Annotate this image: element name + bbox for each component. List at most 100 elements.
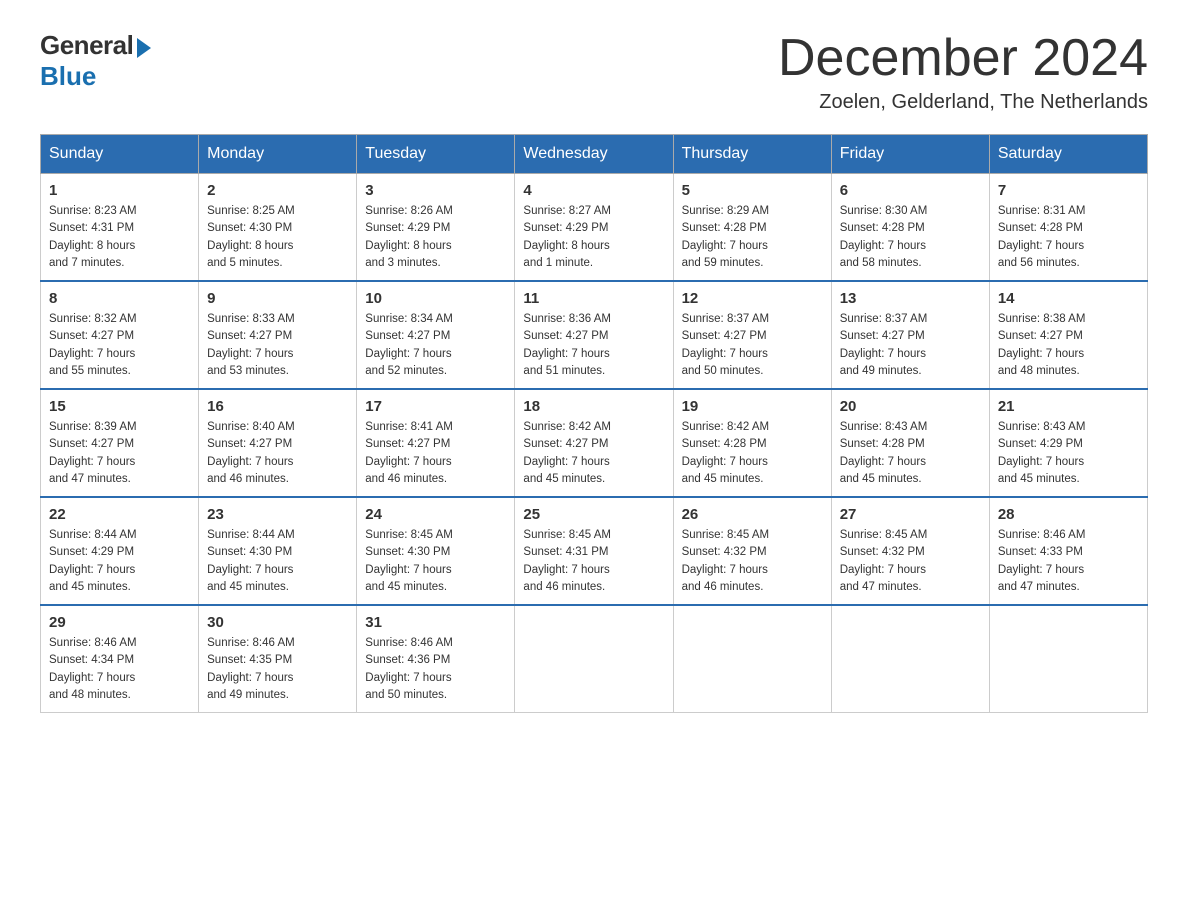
day-info: Sunrise: 8:26 AM Sunset: 4:29 PM Dayligh… [365,203,506,272]
day-number: 8 [49,290,190,307]
day-number: 12 [682,290,823,307]
calendar-day-cell: 13Sunrise: 8:37 AM Sunset: 4:27 PM Dayli… [831,281,989,389]
day-info: Sunrise: 8:34 AM Sunset: 4:27 PM Dayligh… [365,311,506,380]
calendar-day-cell: 26 Sunrise: 8:45 AM Sunset: 4:32 PM Dayli… [673,497,831,605]
calendar-day-cell: 31 Sunrise: 8:46 AM Sunset: 4:36 PM Dayli… [357,605,515,713]
day-info: Sunrise: 8:45 AM Sunset: 4:30 PM Dayligh… [365,527,506,596]
calendar-day-cell: 25 Sunrise: 8:45 AM Sunset: 4:31 PM Dayli… [515,497,673,605]
month-title: December 2024 [778,30,1148,87]
calendar-day-cell: 28 Sunrise: 8:46 AM Sunset: 4:33 PM Dayli… [989,497,1147,605]
page-header: General Blue December 2024 Zoelen, Gelde… [40,30,1148,114]
calendar-day-cell: 24 Sunrise: 8:45 AM Sunset: 4:30 PM Dayli… [357,497,515,605]
calendar-day-cell: 1Sunrise: 8:23 AM Sunset: 4:31 PM Daylig… [41,174,199,282]
day-number: 27 [840,506,981,523]
calendar-day-cell: 23 Sunrise: 8:44 AM Sunset: 4:30 PM Dayli… [199,497,357,605]
day-info: Sunrise: 8:40 AM Sunset: 4:27 PM Dayligh… [207,419,348,488]
day-info: Sunrise: 8:27 AM Sunset: 4:29 PM Dayligh… [523,203,664,272]
title-section: December 2024 Zoelen, Gelderland, The Ne… [778,30,1148,114]
calendar-week-row: 8 Sunrise: 8:32 AM Sunset: 4:27 PM Daylig… [41,281,1148,389]
calendar-day-cell: 17Sunrise: 8:41 AM Sunset: 4:27 PM Dayli… [357,389,515,497]
logo-blue-text: Blue [40,61,96,92]
day-number: 23 [207,506,348,523]
calendar-day-cell: 10 Sunrise: 8:34 AM Sunset: 4:27 PM Dayli… [357,281,515,389]
day-info: Sunrise: 8:37 AM Sunset: 4:27 PM Dayligh… [682,311,823,380]
day-info: Sunrise: 8:39 AM Sunset: 4:27 PM Dayligh… [49,419,190,488]
day-number: 29 [49,614,190,631]
calendar-day-cell: 4 Sunrise: 8:27 AM Sunset: 4:29 PM Daylig… [515,174,673,282]
day-info: Sunrise: 8:31 AM Sunset: 4:28 PM Dayligh… [998,203,1139,272]
day-info: Sunrise: 8:44 AM Sunset: 4:30 PM Dayligh… [207,527,348,596]
calendar-week-row: 22 Sunrise: 8:44 AM Sunset: 4:29 PM Dayli… [41,497,1148,605]
calendar-day-cell: 20 Sunrise: 8:43 AM Sunset: 4:28 PM Dayli… [831,389,989,497]
calendar-day-cell [989,605,1147,713]
day-info: Sunrise: 8:38 AM Sunset: 4:27 PM Dayligh… [998,311,1139,380]
day-number: 6 [840,182,981,199]
day-info: Sunrise: 8:33 AM Sunset: 4:27 PM Dayligh… [207,311,348,380]
calendar-day-cell: 12 Sunrise: 8:37 AM Sunset: 4:27 PM Dayli… [673,281,831,389]
calendar-day-cell: 14 Sunrise: 8:38 AM Sunset: 4:27 PM Dayli… [989,281,1147,389]
day-info: Sunrise: 8:44 AM Sunset: 4:29 PM Dayligh… [49,527,190,596]
day-info: Sunrise: 8:45 AM Sunset: 4:32 PM Dayligh… [840,527,981,596]
day-number: 15 [49,398,190,415]
calendar-day-header: Wednesday [515,135,673,174]
day-info: Sunrise: 8:42 AM Sunset: 4:28 PM Dayligh… [682,419,823,488]
day-info: Sunrise: 8:46 AM Sunset: 4:33 PM Dayligh… [998,527,1139,596]
day-number: 16 [207,398,348,415]
day-info: Sunrise: 8:23 AM Sunset: 4:31 PM Dayligh… [49,203,190,272]
day-number: 5 [682,182,823,199]
calendar-day-cell: 7 Sunrise: 8:31 AM Sunset: 4:28 PM Daylig… [989,174,1147,282]
day-info: Sunrise: 8:42 AM Sunset: 4:27 PM Dayligh… [523,419,664,488]
day-number: 26 [682,506,823,523]
calendar-day-cell [515,605,673,713]
calendar-day-cell: 2Sunrise: 8:25 AM Sunset: 4:30 PM Daylig… [199,174,357,282]
calendar-day-cell: 19 Sunrise: 8:42 AM Sunset: 4:28 PM Dayli… [673,389,831,497]
day-info: Sunrise: 8:41 AM Sunset: 4:27 PM Dayligh… [365,419,506,488]
day-info: Sunrise: 8:36 AM Sunset: 4:27 PM Dayligh… [523,311,664,380]
calendar-day-cell: 16 Sunrise: 8:40 AM Sunset: 4:27 PM Dayli… [199,389,357,497]
day-number: 7 [998,182,1139,199]
day-number: 24 [365,506,506,523]
day-info: Sunrise: 8:46 AM Sunset: 4:36 PM Dayligh… [365,635,506,704]
day-number: 10 [365,290,506,307]
day-number: 9 [207,290,348,307]
day-number: 4 [523,182,664,199]
calendar-day-header: Sunday [41,135,199,174]
day-number: 31 [365,614,506,631]
day-number: 20 [840,398,981,415]
calendar-day-cell: 8 Sunrise: 8:32 AM Sunset: 4:27 PM Daylig… [41,281,199,389]
day-info: Sunrise: 8:43 AM Sunset: 4:29 PM Dayligh… [998,419,1139,488]
calendar-day-cell: 18 Sunrise: 8:42 AM Sunset: 4:27 PM Dayli… [515,389,673,497]
day-number: 18 [523,398,664,415]
calendar-day-header: Thursday [673,135,831,174]
day-info: Sunrise: 8:45 AM Sunset: 4:31 PM Dayligh… [523,527,664,596]
day-number: 25 [523,506,664,523]
calendar-day-cell: 15 Sunrise: 8:39 AM Sunset: 4:27 PM Dayli… [41,389,199,497]
day-info: Sunrise: 8:43 AM Sunset: 4:28 PM Dayligh… [840,419,981,488]
day-info: Sunrise: 8:32 AM Sunset: 4:27 PM Dayligh… [49,311,190,380]
calendar-day-cell: 30Sunrise: 8:46 AM Sunset: 4:35 PM Dayli… [199,605,357,713]
calendar-day-cell: 9 Sunrise: 8:33 AM Sunset: 4:27 PM Daylig… [199,281,357,389]
day-info: Sunrise: 8:46 AM Sunset: 4:34 PM Dayligh… [49,635,190,704]
logo: General Blue [40,30,151,92]
day-info: Sunrise: 8:37 AM Sunset: 4:27 PM Dayligh… [840,311,981,380]
day-info: Sunrise: 8:29 AM Sunset: 4:28 PM Dayligh… [682,203,823,272]
calendar-header-row: SundayMondayTuesdayWednesdayThursdayFrid… [41,135,1148,174]
day-number: 22 [49,506,190,523]
calendar-day-cell: 29 Sunrise: 8:46 AM Sunset: 4:34 PM Dayli… [41,605,199,713]
day-info: Sunrise: 8:45 AM Sunset: 4:32 PM Dayligh… [682,527,823,596]
calendar-day-cell: 27 Sunrise: 8:45 AM Sunset: 4:32 PM Dayli… [831,497,989,605]
day-number: 2 [207,182,348,199]
day-number: 28 [998,506,1139,523]
calendar-day-cell: 6Sunrise: 8:30 AM Sunset: 4:28 PM Daylig… [831,174,989,282]
day-number: 3 [365,182,506,199]
day-number: 19 [682,398,823,415]
calendar-day-header: Friday [831,135,989,174]
calendar-day-cell: 5 Sunrise: 8:29 AM Sunset: 4:28 PM Daylig… [673,174,831,282]
calendar-week-row: 15 Sunrise: 8:39 AM Sunset: 4:27 PM Dayli… [41,389,1148,497]
calendar-day-cell: 22 Sunrise: 8:44 AM Sunset: 4:29 PM Dayli… [41,497,199,605]
calendar-day-cell: 21Sunrise: 8:43 AM Sunset: 4:29 PM Dayli… [989,389,1147,497]
calendar-day-header: Tuesday [357,135,515,174]
calendar-table: SundayMondayTuesdayWednesdayThursdayFrid… [40,134,1148,713]
day-number: 14 [998,290,1139,307]
calendar-week-row: 1Sunrise: 8:23 AM Sunset: 4:31 PM Daylig… [41,174,1148,282]
